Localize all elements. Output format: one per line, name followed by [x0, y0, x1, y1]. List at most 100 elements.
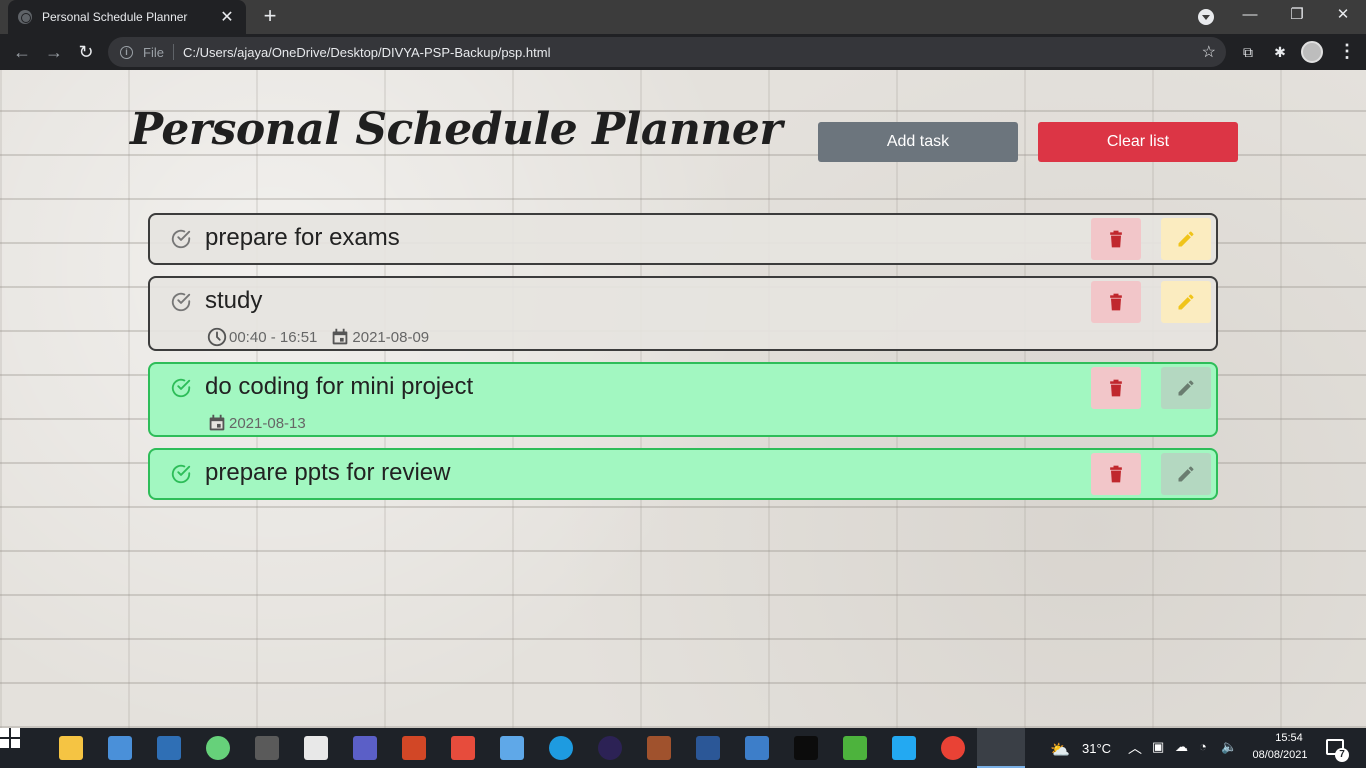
delete-button[interactable]: [1091, 218, 1141, 260]
delete-button[interactable]: [1091, 453, 1141, 495]
task-date: 2021-08-13: [206, 412, 306, 434]
wifi-icon[interactable]: ◔: [1199, 739, 1207, 754]
task-text: prepare for exams: [205, 224, 400, 251]
calendar-icon: [206, 412, 228, 434]
task-text: prepare ppts for review: [205, 459, 451, 486]
taskbar-active-indicator: [977, 728, 1025, 768]
teams-icon[interactable]: [353, 736, 377, 760]
forward-button[interactable]: →: [42, 40, 66, 64]
check-circle-icon[interactable]: [170, 463, 192, 485]
mongodb-icon[interactable]: [843, 736, 867, 760]
new-tab-button[interactable]: +: [258, 5, 282, 29]
edit-button[interactable]: [1161, 367, 1211, 409]
clock-date[interactable]: 08/08/2021: [1248, 749, 1312, 761]
profile-avatar[interactable]: [1301, 41, 1323, 63]
task-meta: 00:40 - 16:51 2021-08-09: [206, 326, 429, 348]
chevron-up-icon[interactable]: ︿: [1128, 738, 1142, 758]
trash-icon: [1106, 378, 1126, 398]
info-icon[interactable]: i: [120, 45, 133, 59]
back-button[interactable]: ←: [10, 40, 34, 64]
delete-button[interactable]: [1091, 281, 1141, 323]
edit-button[interactable]: [1161, 453, 1211, 495]
edit-button[interactable]: [1161, 218, 1211, 260]
pencil-icon: [1176, 464, 1196, 484]
meet-icon[interactable]: ▣: [1152, 739, 1164, 755]
task-text: study: [205, 287, 263, 314]
task-date: 2021-08-09: [329, 326, 429, 348]
tab-search-icon[interactable]: [1198, 9, 1214, 25]
terminal-icon[interactable]: [255, 736, 279, 760]
pencil-icon: [1176, 229, 1196, 249]
task-date-value: 2021-08-13: [229, 414, 306, 432]
check-circle-icon[interactable]: [170, 291, 192, 313]
edge-icon[interactable]: [549, 736, 573, 760]
task-text: do coding for mini project: [205, 373, 474, 400]
check-circle-icon[interactable]: [170, 228, 192, 250]
task-item[interactable]: prepare for exams: [148, 213, 1218, 265]
task-item[interactable]: study 00:40 - 16:51 2021-08-09: [148, 276, 1218, 351]
windows-taskbar: ⛅ 31°C ︿ ▣ ☁ ◔ 🔈 15:54 08/08/2021 7: [0, 728, 1366, 768]
tab-title: Personal Schedule Planner: [42, 10, 188, 24]
restore-button[interactable]: ❐: [1277, 4, 1317, 28]
close-tab-icon[interactable]: ✕: [218, 7, 236, 27]
minimize-button[interactable]: —: [1230, 4, 1270, 28]
file-explorer-icon[interactable]: [59, 736, 83, 760]
reload-button[interactable]: ↻: [74, 40, 98, 64]
photos-icon[interactable]: [500, 736, 524, 760]
url-text[interactable]: C:/Users/ajaya/OneDrive/Desktop/DIVYA-PS…: [183, 45, 551, 60]
add-task-button[interactable]: Add task: [818, 122, 1018, 162]
page-viewport: Personal Schedule Planner Add task Clear…: [0, 70, 1366, 728]
pencil-icon: [1176, 292, 1196, 312]
clear-list-button[interactable]: Clear list: [1038, 122, 1238, 162]
winrar-icon[interactable]: [647, 736, 671, 760]
browser-tab-bar: Personal Schedule Planner ✕ + — ❐ ✕: [0, 0, 1366, 34]
task-meta: 2021-08-13: [206, 412, 306, 434]
clock-icon: [206, 326, 228, 348]
puzzle-icon[interactable]: ✱: [1270, 42, 1290, 62]
calendar-icon: [329, 326, 351, 348]
task-item[interactable]: prepare ppts for review: [148, 448, 1218, 500]
globe-icon: [18, 10, 32, 24]
task-time: 00:40 - 16:51: [206, 326, 317, 348]
close-window-button[interactable]: ✕: [1323, 4, 1363, 28]
trash-icon: [1106, 464, 1126, 484]
browser-tab[interactable]: Personal Schedule Planner ✕: [8, 0, 246, 34]
weather-temp[interactable]: 31°C: [1082, 741, 1111, 756]
trash-icon: [1106, 292, 1126, 312]
browser-toolbar: ← → ↻ i File C:/Users/ajaya/OneDrive/Des…: [0, 34, 1366, 70]
pencil-icon: [1176, 378, 1196, 398]
check-circle-icon[interactable]: [170, 377, 192, 399]
task-item[interactable]: do coding for mini project 2021-08-13: [148, 362, 1218, 437]
notification-badge: 7: [1335, 748, 1349, 762]
trash-icon: [1106, 229, 1126, 249]
onedrive-icon[interactable]: ☁: [1175, 739, 1188, 755]
atom-icon[interactable]: [206, 736, 230, 760]
edit-button[interactable]: [1161, 281, 1211, 323]
volume-icon[interactable]: 🔈: [1221, 739, 1237, 755]
windows-start-icon[interactable]: [0, 728, 20, 748]
url-scheme: File: [143, 44, 164, 60]
menu-kebab-icon[interactable]: ⋮: [1338, 40, 1356, 64]
app-title: Personal Schedule Planner: [130, 104, 783, 155]
task-date-value: 2021-08-09: [352, 328, 430, 346]
extension-icon[interactable]: ⧉: [1238, 42, 1258, 62]
powerpoint-icon[interactable]: [402, 736, 426, 760]
word-icon[interactable]: [696, 736, 720, 760]
laptop-icon[interactable]: [108, 736, 132, 760]
eclipse-icon[interactable]: [598, 736, 622, 760]
delete-button[interactable]: [1091, 367, 1141, 409]
url-separator: [172, 44, 174, 60]
monitor-icon[interactable]: [157, 736, 181, 760]
task-list: prepare for exams study 00:40 - 16:51 2021-…: [148, 213, 1218, 511]
clock-time[interactable]: 15:54: [1265, 732, 1313, 744]
vscode-icon[interactable]: [892, 736, 916, 760]
chrome-icon[interactable]: [941, 736, 965, 760]
task-time-value: 00:40 - 16:51: [229, 328, 318, 346]
virtualbox-icon[interactable]: [745, 736, 769, 760]
address-bar[interactable]: i File C:/Users/ajaya/OneDrive/Desktop/D…: [108, 37, 1226, 67]
office-icon[interactable]: [451, 736, 475, 760]
cmd-icon[interactable]: [794, 736, 818, 760]
bookmark-star-icon[interactable]: ☆: [1202, 42, 1216, 62]
weather-icon[interactable]: ⛅: [1050, 740, 1070, 760]
document-icon[interactable]: [304, 736, 328, 760]
